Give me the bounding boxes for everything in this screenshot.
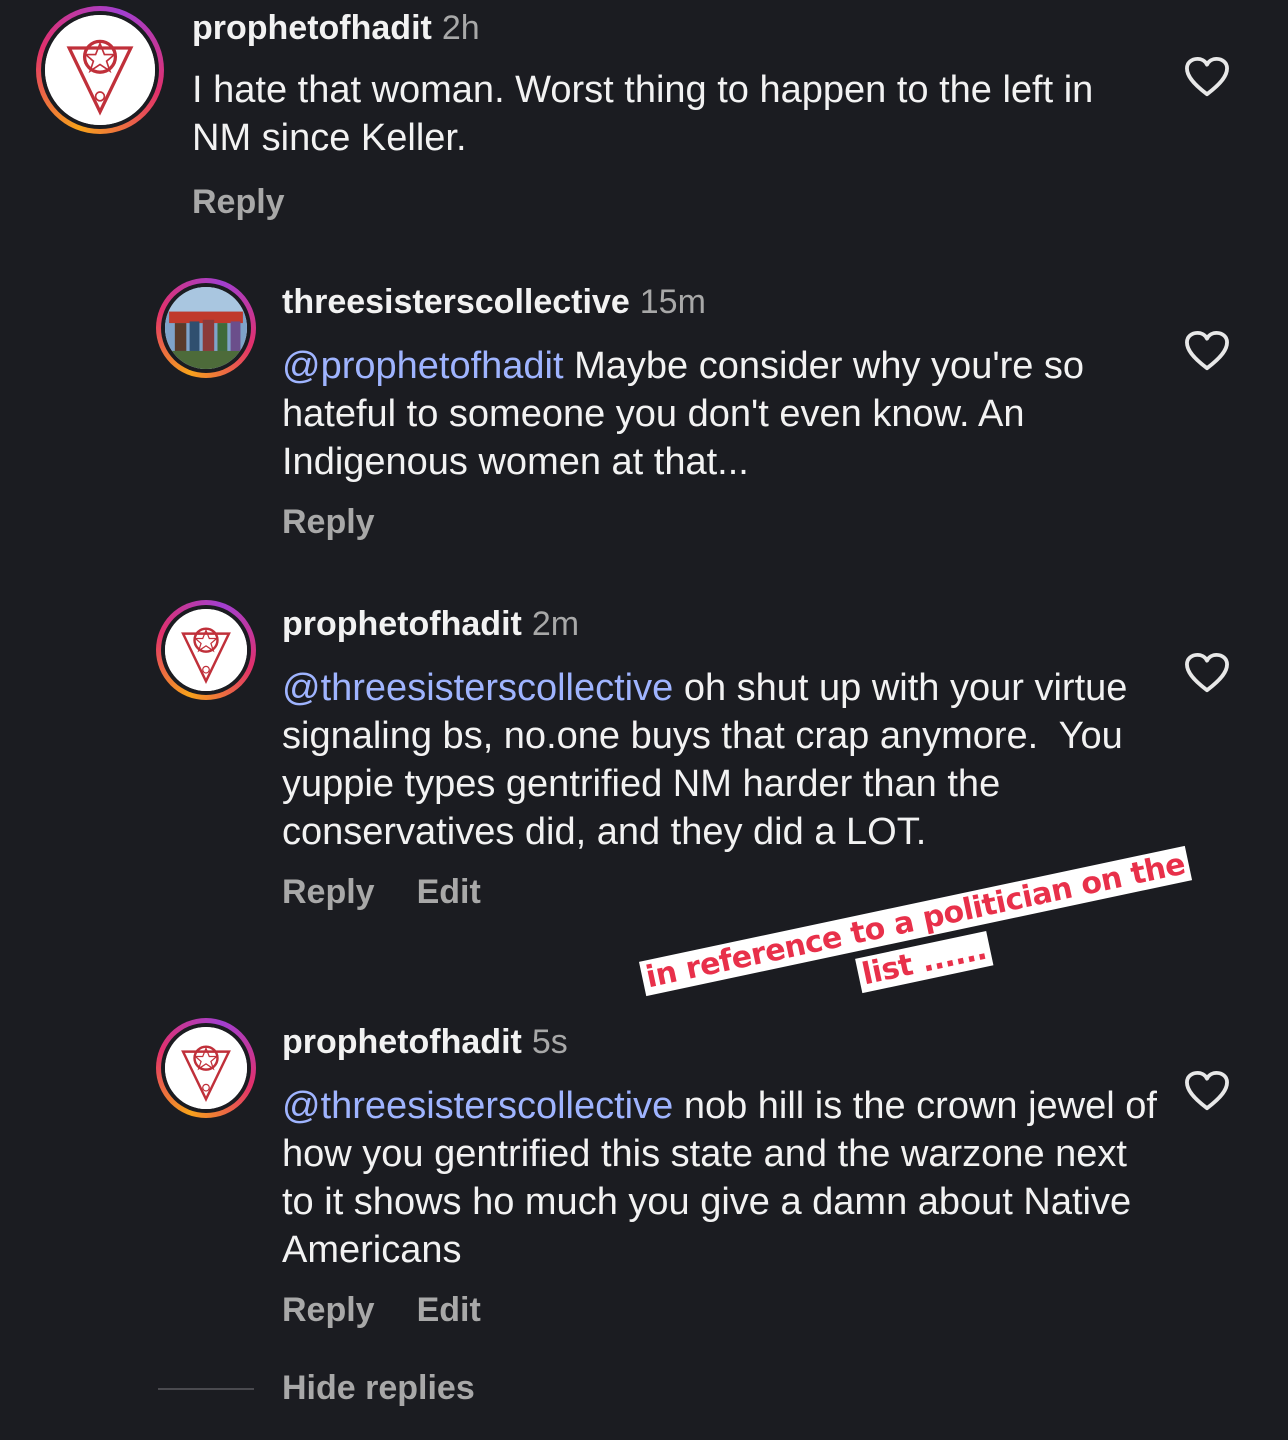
pentagram-logo-icon: [165, 609, 247, 691]
like-button[interactable]: [1184, 1070, 1230, 1112]
comment-username[interactable]: threesisterscollective: [282, 283, 630, 321]
comment-time: 2m: [531, 605, 580, 643]
heart-outline-icon: [1185, 652, 1229, 693]
like-button[interactable]: [1184, 56, 1230, 98]
hide-replies-button[interactable]: Hide replies: [282, 1368, 475, 1408]
reply-button[interactable]: Reply: [192, 183, 285, 221]
like-button[interactable]: [1184, 652, 1230, 694]
comment-username[interactable]: prophetofhadit: [192, 9, 432, 47]
mention-link[interactable]: @prophetofhadit: [282, 345, 564, 387]
comment-time: 2h: [441, 9, 480, 47]
pentagram-logo-icon: [165, 1027, 247, 1109]
avatar[interactable]: [156, 600, 256, 700]
reply-button[interactable]: Reply: [282, 503, 375, 541]
heart-outline-icon: [1185, 56, 1229, 97]
comment-text: @threesisterscollective nob hill is the …: [282, 1082, 1162, 1274]
comment-body: I hate that woman. Worst thing to happen…: [192, 69, 1094, 159]
divider: [158, 1388, 254, 1390]
group-photo-icon: [165, 287, 247, 369]
heart-outline-icon: [1185, 1070, 1229, 1111]
like-button[interactable]: [1184, 330, 1230, 372]
comment-text: @prophetofhadit Maybe consider why you'r…: [282, 342, 1162, 486]
comment-username[interactable]: prophetofhadit: [282, 1023, 522, 1061]
mention-link[interactable]: @threesisterscollective: [282, 1085, 673, 1127]
edit-button[interactable]: Edit: [417, 1291, 481, 1329]
mention-link[interactable]: @threesisterscollective: [282, 667, 673, 709]
avatar[interactable]: [156, 1018, 256, 1118]
reply-button[interactable]: Reply: [282, 1291, 375, 1329]
avatar[interactable]: [36, 6, 164, 134]
reply-button[interactable]: Reply: [282, 873, 375, 911]
comment-time: 5s: [531, 1023, 568, 1061]
comment-text: I hate that woman. Worst thing to happen…: [192, 66, 1152, 162]
comment-username[interactable]: prophetofhadit: [282, 605, 522, 643]
heart-outline-icon: [1185, 330, 1229, 371]
comment-time: 15m: [639, 283, 706, 321]
avatar[interactable]: [156, 278, 256, 378]
edit-button[interactable]: Edit: [417, 873, 481, 911]
comment-text: @threesisterscollective oh shut up with …: [282, 664, 1162, 856]
pentagram-logo-icon: [45, 15, 155, 125]
